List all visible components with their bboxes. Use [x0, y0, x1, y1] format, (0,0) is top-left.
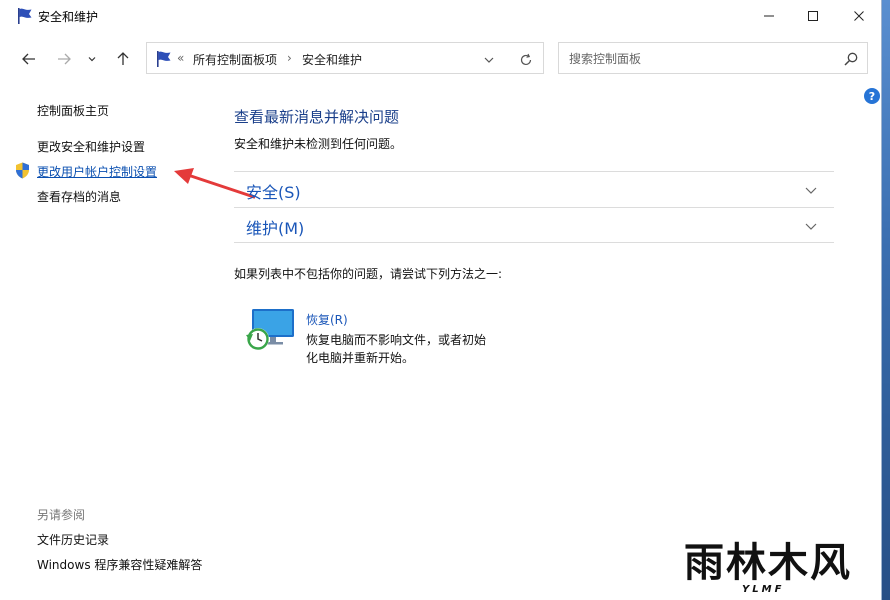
chevron-down-icon[interactable]: [483, 54, 495, 66]
breadcrumb-separator: ›: [287, 51, 292, 65]
arrow-right-icon: [58, 53, 71, 65]
close-button[interactable]: [836, 0, 881, 32]
address-bar[interactable]: « 所有控制面板项 › 安全和维护: [146, 42, 544, 74]
sidebar-link-home[interactable]: 控制面板主页: [37, 102, 109, 119]
maximize-icon: [808, 11, 818, 21]
recovery-description: 恢复电脑而不影响文件，或者初始化电脑并重新开始。: [306, 333, 487, 365]
flag-icon: [157, 51, 171, 67]
forward-button[interactable]: [53, 48, 75, 70]
arrow-up-icon: [117, 52, 129, 65]
chevron-down-icon[interactable]: [804, 219, 818, 233]
back-button[interactable]: [18, 48, 40, 70]
see-also-compatibility-troubleshooter[interactable]: Windows 程序兼容性疑难解答: [37, 556, 202, 573]
sidebar-link-archived-messages[interactable]: 查看存档的消息: [37, 188, 121, 205]
recent-locations-button[interactable]: [84, 48, 100, 70]
section-security-label: 安全(S): [246, 183, 301, 202]
help-icon[interactable]: ?: [864, 88, 880, 104]
breadcrumb-overflow[interactable]: «: [177, 51, 184, 65]
page-title: 查看最新消息并解决问题: [234, 108, 400, 126]
up-button[interactable]: [112, 48, 134, 70]
breadcrumb-current[interactable]: 安全和维护: [302, 51, 362, 68]
chevron-down-icon: [88, 57, 96, 62]
desktop-wallpaper-edge: [882, 0, 890, 600]
search-icon[interactable]: [843, 51, 859, 67]
section-security[interactable]: 安全(S): [234, 171, 834, 207]
refresh-icon[interactable]: [519, 53, 533, 67]
sidebar-link-change-settings[interactable]: 更改安全和维护设置: [37, 138, 145, 155]
see-also-file-history[interactable]: 文件历史记录: [37, 531, 109, 548]
troubleshoot-hint: 如果列表中不包括你的问题，请尝试下列方法之一:: [234, 267, 503, 281]
watermark-logo-subtext: YLMF: [742, 584, 785, 595]
close-icon: [854, 11, 864, 21]
sidebar-link-uac-settings[interactable]: 更改用户帐户控制设置: [37, 163, 157, 180]
section-maintenance-label: 维护(M): [246, 219, 305, 238]
section-maintenance[interactable]: 维护(M): [234, 207, 834, 243]
search-input[interactable]: [567, 49, 831, 69]
recovery-monitor-icon[interactable]: [244, 307, 298, 353]
title-bar: 安全和维护: [0, 0, 881, 32]
see-also-heading: 另请参阅: [37, 508, 86, 522]
minimize-icon: [764, 15, 774, 17]
chevron-down-icon[interactable]: [804, 183, 818, 197]
breadcrumb-all-items[interactable]: 所有控制面板项: [193, 51, 277, 68]
uac-shield-icon: [16, 162, 29, 179]
watermark-logo: 雨林木风 YLMF: [684, 539, 881, 598]
maximize-button[interactable]: [790, 0, 836, 32]
control-panel-window: 安全和维护 « 所有控制面板项 › 安全和维护 搜索控制面板 ? 控制面板主页 …: [0, 0, 882, 600]
status-message: 安全和维护未检测到任何问题。: [234, 137, 403, 151]
arrow-left-icon: [22, 53, 35, 65]
minimize-button[interactable]: [746, 0, 792, 32]
navigation-bar: « 所有控制面板项 › 安全和维护: [0, 40, 881, 78]
window-title: 安全和维护: [38, 10, 99, 24]
recovery-link[interactable]: 恢复(R): [306, 311, 348, 328]
watermark-logo-text: 雨林木风: [684, 539, 852, 586]
flag-icon: [18, 8, 32, 24]
search-box[interactable]: [558, 42, 868, 74]
